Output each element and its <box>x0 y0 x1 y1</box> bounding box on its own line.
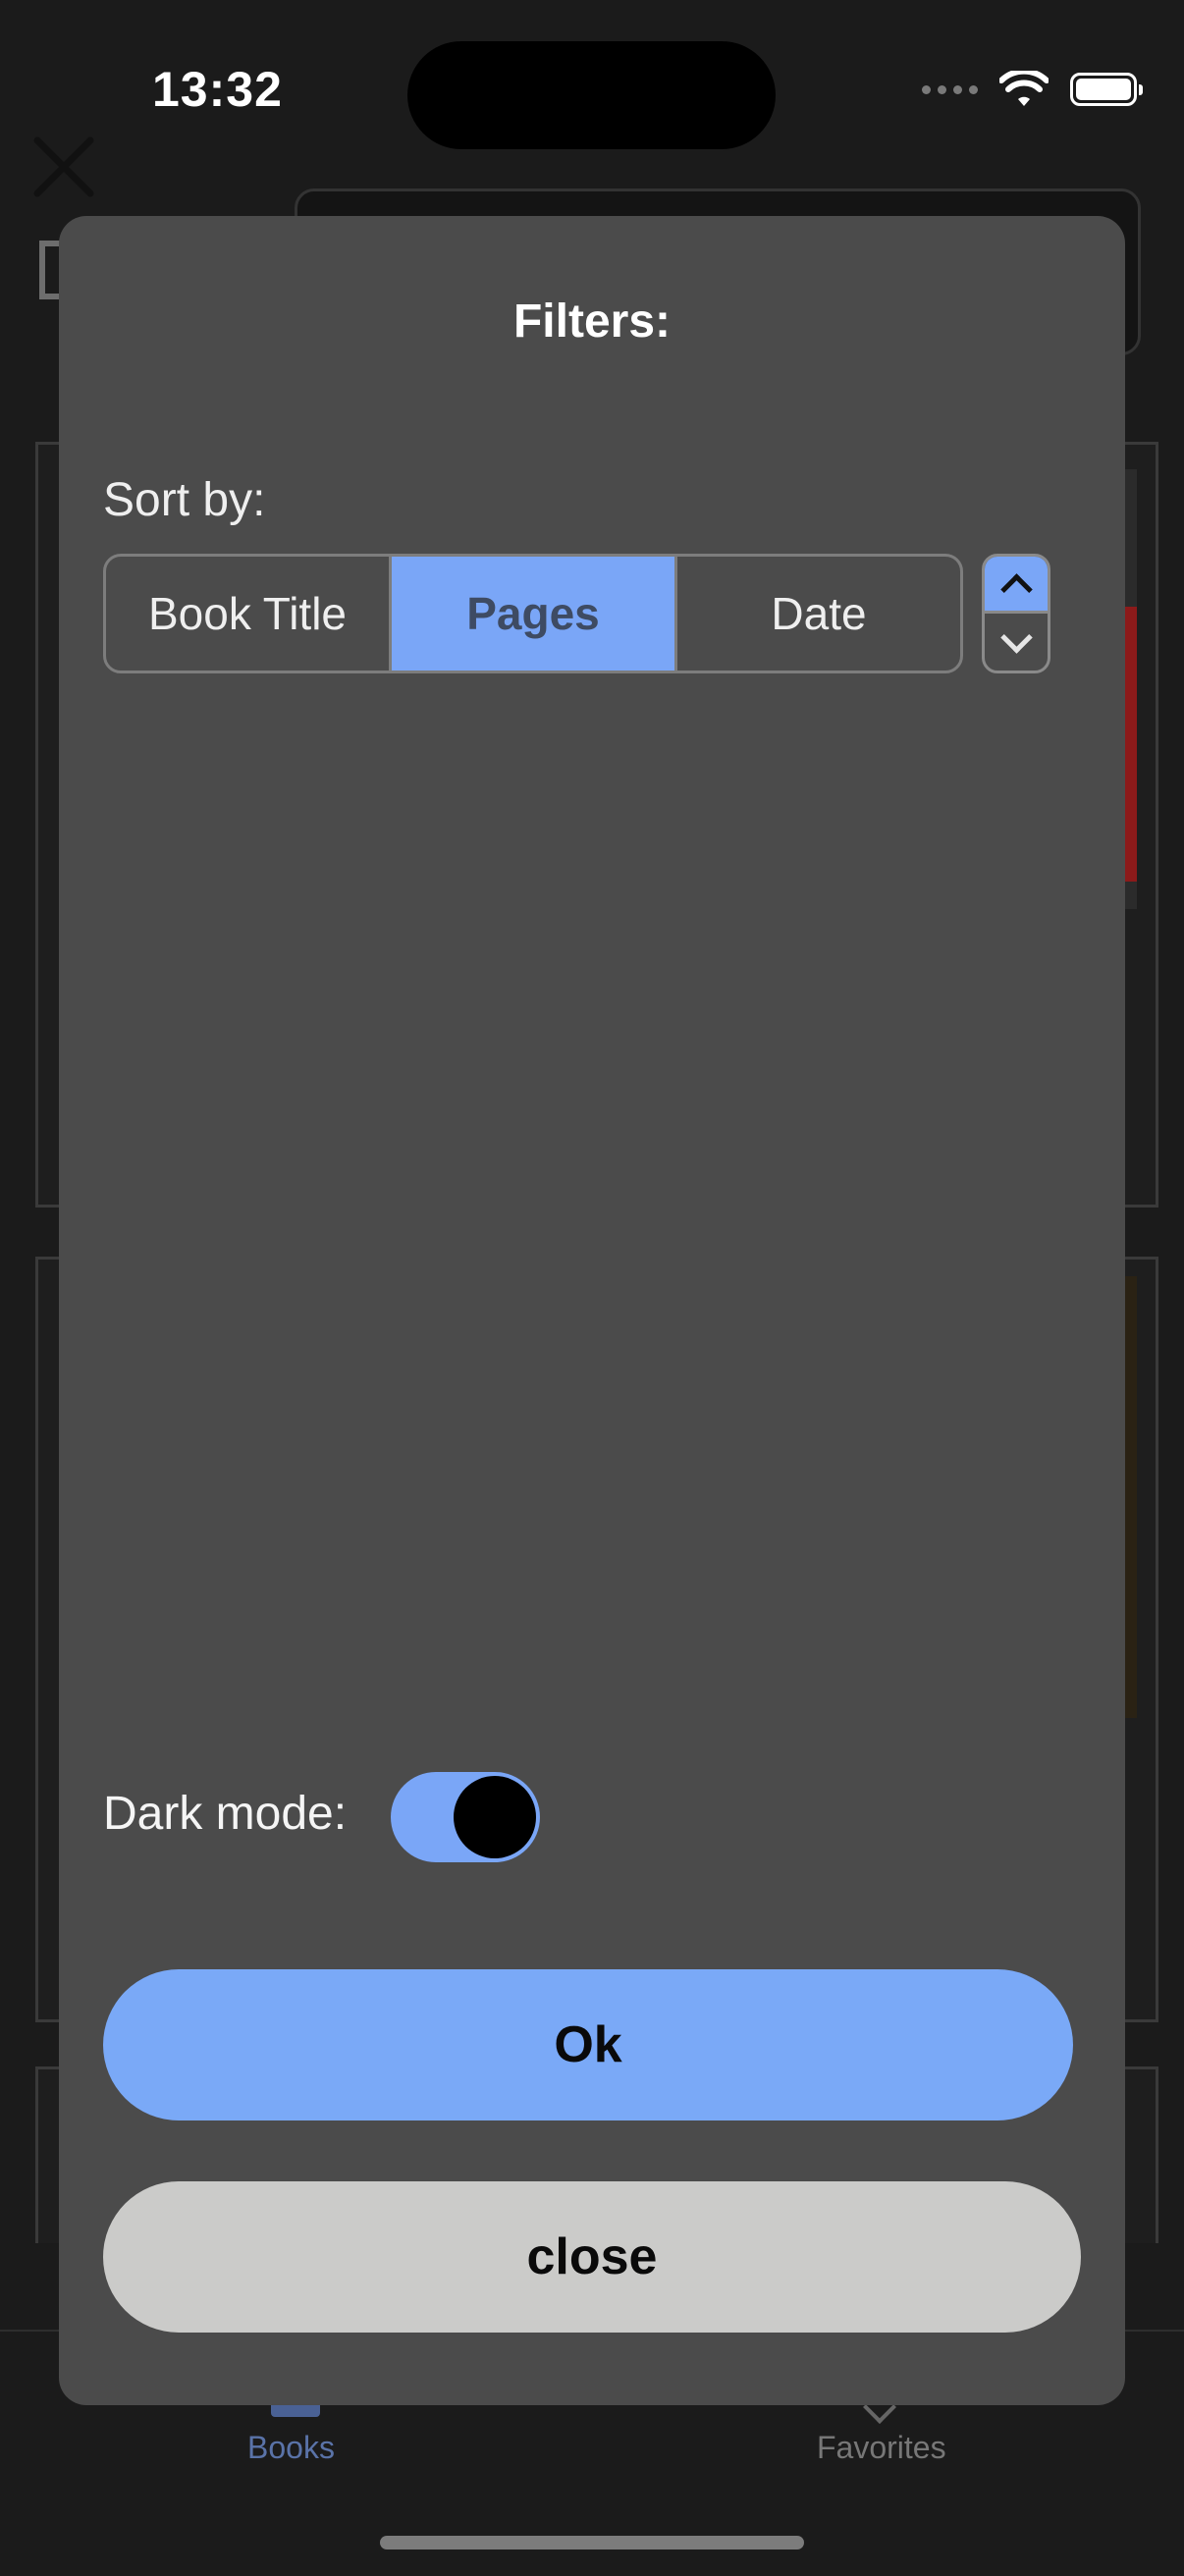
close-button[interactable]: close <box>103 2181 1081 2333</box>
home-indicator <box>380 2536 804 2549</box>
status-time: 13:32 <box>152 62 283 117</box>
modal-title: Filters: <box>512 295 672 348</box>
status-icons <box>922 71 1143 108</box>
wifi-icon <box>999 71 1049 106</box>
dark-mode-label: Dark mode: <box>103 1788 348 1840</box>
filters-modal: Filters: Sort by: Book Title Pages Date … <box>59 216 1125 2405</box>
sort-option-date[interactable]: Date <box>677 557 960 671</box>
tab-favorites[interactable]: Favorites <box>817 2430 946 2466</box>
toggle-knob <box>454 1776 536 1858</box>
chevron-up-icon <box>999 573 1033 606</box>
sort-ascending-button[interactable] <box>985 557 1048 614</box>
sort-descending-button[interactable] <box>985 614 1048 671</box>
sort-segmented-control: Book Title Pages Date <box>103 554 963 673</box>
dark-mode-toggle[interactable] <box>391 1772 540 1862</box>
chevron-down-icon <box>999 620 1033 654</box>
sort-option-pages[interactable]: Pages <box>392 557 677 671</box>
battery-icon <box>1070 73 1143 106</box>
signal-icon <box>922 84 978 94</box>
sort-by-label: Sort by: <box>103 474 266 526</box>
tab-books[interactable]: Books <box>247 2430 335 2466</box>
dynamic-island <box>407 41 776 149</box>
sort-option-book-title[interactable]: Book Title <box>106 557 392 671</box>
close-icon[interactable] <box>29 133 98 201</box>
ok-button[interactable]: Ok <box>103 1969 1073 2120</box>
sort-order-stepper <box>982 554 1050 673</box>
